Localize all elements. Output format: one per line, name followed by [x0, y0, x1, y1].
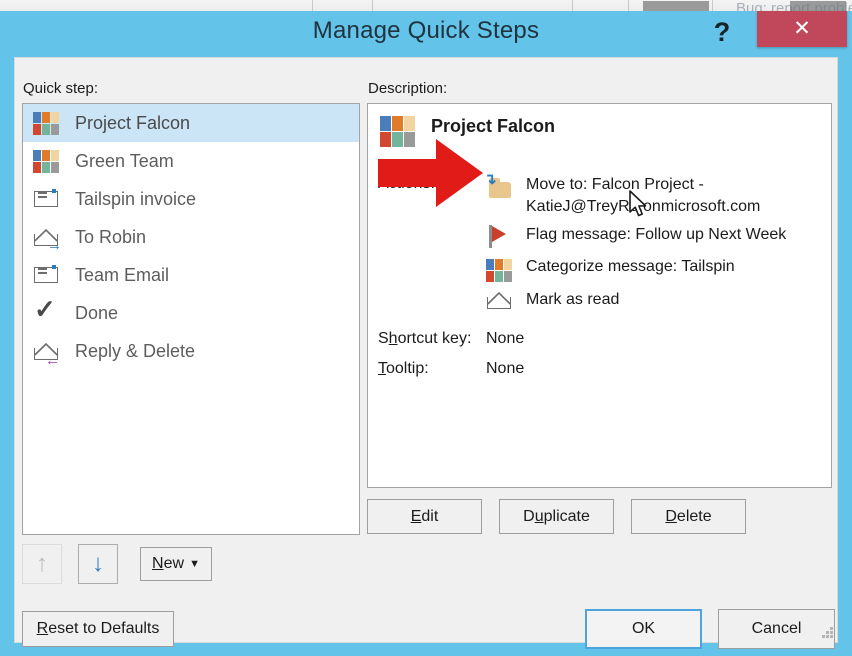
manage-quick-steps-dialog: Manage Quick Steps ? ✕ Quick step: Descr… — [0, 11, 852, 656]
new-button[interactable]: New ▼ — [140, 547, 212, 581]
action-text: Move to: Falcon Project - KatieJ@TreyRe.… — [526, 174, 760, 218]
list-item[interactable]: → To Robin — [23, 218, 359, 256]
action-row: Categorize message: Tailspin — [486, 256, 735, 284]
duplicate-button-label: plicate — [544, 508, 590, 525]
list-item[interactable]: Green Team — [23, 142, 359, 180]
shortcut-key-value: None — [486, 330, 524, 348]
action-row: Mark as read — [486, 289, 619, 317]
reset-button-label: eset to Defaults — [48, 620, 159, 637]
list-item[interactable]: Project Falcon — [23, 104, 359, 142]
arrow-up-icon: ↑ — [23, 545, 61, 583]
duplicate-button-accelerator: u — [535, 508, 544, 525]
edit-button-label: dit — [421, 508, 438, 525]
category-grid-icon — [33, 148, 59, 174]
list-item[interactable]: ← Reply & Delete — [23, 332, 359, 370]
dialog-title-bar: Manage Quick Steps ? ✕ — [0, 11, 852, 57]
quick-step-list[interactable]: Project Falcon Green Team Tailspin invoi… — [22, 103, 360, 535]
edit-button-accelerator: E — [411, 508, 422, 525]
action-text: Categorize message: Tailspin — [526, 256, 735, 278]
reset-to-defaults-button[interactable]: Reset to Defaults — [22, 611, 174, 647]
category-grid-icon — [380, 116, 416, 152]
move-up-button[interactable]: ↑ — [22, 544, 62, 584]
flag-icon — [486, 224, 512, 252]
shortcut-key-label: Shortcut key: — [378, 330, 471, 348]
ok-button[interactable]: OK — [585, 609, 702, 649]
action-text: Flag message: Follow up Next Week — [526, 224, 786, 246]
tooltip-accelerator: T — [378, 360, 386, 377]
move-down-button[interactable]: ↓ — [78, 544, 118, 584]
list-item-label: Tailspin invoice — [75, 189, 196, 210]
actions-label: Actions: — [378, 175, 435, 193]
help-button[interactable]: ? — [704, 14, 740, 50]
delete-button-accelerator: D — [665, 508, 677, 525]
dialog-body: Quick step: Description: Project Falcon … — [14, 57, 838, 643]
edit-button[interactable]: Edit — [367, 499, 482, 534]
description-title: Project Falcon — [431, 116, 555, 137]
description-label: Description: — [368, 80, 447, 97]
quick-step-label: Quick step: — [23, 80, 98, 97]
list-item-label: Reply & Delete — [75, 341, 195, 362]
envelope-new-icon — [33, 262, 59, 288]
cancel-button[interactable]: Cancel — [718, 609, 835, 649]
list-item-label: Team Email — [75, 265, 169, 286]
new-button-accelerator: N — [152, 555, 164, 572]
duplicate-button[interactable]: Duplicate — [499, 499, 614, 534]
tooltip-value: None — [486, 360, 524, 378]
tooltip-label: Tooltip: — [378, 360, 429, 378]
delete-button-label: elete — [677, 508, 712, 525]
action-row: ↴ Move to: Falcon Project - KatieJ@TreyR… — [486, 174, 760, 218]
envelope-forward-icon: → — [33, 224, 59, 250]
list-item-label: Green Team — [75, 151, 174, 172]
category-grid-icon — [486, 256, 512, 284]
description-box: Project Falcon Actions: ↴ Move to: Falco… — [367, 103, 832, 488]
close-button[interactable]: ✕ — [757, 11, 847, 47]
shortcut-key-accelerator: h — [389, 330, 398, 347]
envelope-reply-icon: ← — [33, 338, 59, 364]
action-row: Flag message: Follow up Next Week — [486, 224, 786, 252]
list-item[interactable]: Tailspin invoice — [23, 180, 359, 218]
category-grid-icon — [33, 110, 59, 136]
envelope-new-icon — [33, 186, 59, 212]
resize-grip[interactable] — [821, 626, 835, 640]
new-button-label: ew — [164, 555, 184, 572]
action-text: Mark as read — [526, 289, 619, 311]
list-item-label: To Robin — [75, 227, 146, 248]
reset-button-accelerator: R — [37, 620, 49, 637]
list-item[interactable]: Team Email — [23, 256, 359, 294]
list-item-label: Done — [75, 303, 118, 324]
delete-button[interactable]: Delete — [631, 499, 746, 534]
chevron-down-icon: ▼ — [189, 558, 200, 570]
checkmark-icon: ✓ — [33, 300, 59, 326]
list-item-label: Project Falcon — [75, 113, 190, 134]
envelope-open-icon — [486, 289, 512, 317]
folder-move-icon: ↴ — [486, 174, 512, 202]
list-item[interactable]: ✓ Done — [23, 294, 359, 332]
arrow-down-icon: ↓ — [79, 545, 117, 583]
